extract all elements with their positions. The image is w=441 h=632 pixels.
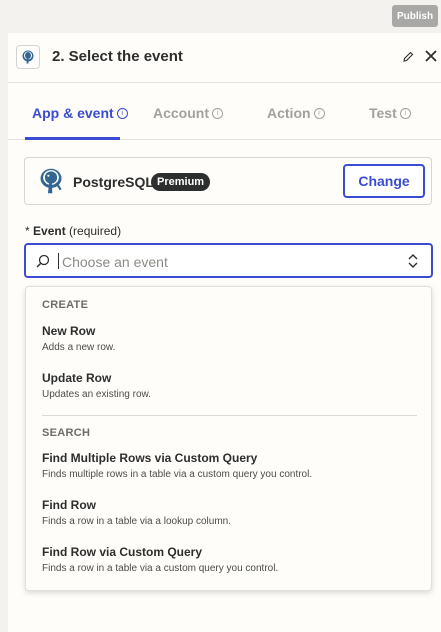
section-heading-create: CREATE xyxy=(42,299,89,311)
tab-action[interactable]: Action i xyxy=(267,105,325,121)
step-editor-panel: 2. Select the event App & event i Accoun… xyxy=(8,33,441,632)
tab-label: Account xyxy=(153,105,209,121)
tab-label: Test xyxy=(369,105,397,121)
event-option-find-multiple-rows[interactable]: Find Multiple Rows via Custom Query Find… xyxy=(26,451,433,495)
event-label-hint: (required) xyxy=(69,224,122,238)
required-asterisk: * xyxy=(25,224,30,238)
option-description: Adds a new row. xyxy=(42,342,116,353)
change-app-button[interactable]: Change xyxy=(343,164,425,198)
event-field-label: * Event (required) xyxy=(25,224,121,238)
option-title: Find Row via Custom Query xyxy=(42,545,203,559)
active-tab-indicator xyxy=(25,137,120,140)
section-heading-search: SEARCH xyxy=(42,427,91,439)
publish-button[interactable]: Publish xyxy=(392,5,438,27)
event-option-find-row-custom-query[interactable]: Find Row via Custom Query Finds a row in… xyxy=(26,545,433,589)
postgresql-elephant-icon xyxy=(40,168,62,194)
text-cursor xyxy=(58,253,59,269)
chevron-up-down-icon[interactable] xyxy=(407,253,419,269)
step-title: 2. Select the event xyxy=(52,48,183,65)
search-icon xyxy=(36,254,50,268)
panel-header: 2. Select the event xyxy=(8,33,441,83)
event-option-find-row[interactable]: Find Row Finds a row in a table via a lo… xyxy=(26,498,433,542)
selected-app-card: PostgreSQL Premium Change xyxy=(24,157,432,205)
option-title: Find Row xyxy=(42,498,96,512)
pencil-icon[interactable] xyxy=(402,51,414,63)
option-title: Find Multiple Rows via Custom Query xyxy=(42,451,258,465)
event-search-input[interactable] xyxy=(60,250,384,274)
section-divider xyxy=(42,415,417,416)
info-icon: i xyxy=(116,107,128,119)
event-dropdown-menu: CREATE New Row Adds a new row. Update Ro… xyxy=(25,286,432,591)
tab-label: App & event xyxy=(32,105,114,121)
option-title: Update Row xyxy=(42,371,112,385)
top-bar: Publish xyxy=(0,0,441,33)
option-description: Finds multiple rows in a table via a cus… xyxy=(42,469,313,480)
event-select[interactable] xyxy=(24,243,433,278)
event-option-new-row[interactable]: New Row Adds a new row. xyxy=(26,324,433,368)
tab-label: Action xyxy=(267,105,311,121)
info-icon: i xyxy=(399,107,411,119)
option-title: New Row xyxy=(42,324,96,338)
event-label-text: Event xyxy=(33,224,66,238)
info-icon: i xyxy=(313,107,325,119)
app-name: PostgreSQL xyxy=(73,174,154,190)
option-description: Updates an existing row. xyxy=(42,389,151,400)
close-icon[interactable] xyxy=(424,49,438,63)
info-icon: i xyxy=(212,107,223,119)
premium-badge: Premium xyxy=(151,173,211,191)
tab-test[interactable]: Test i xyxy=(369,105,411,121)
postgresql-step-icon xyxy=(16,45,40,69)
step-tabs: App & event i Account i Action i Test i xyxy=(8,83,441,140)
tab-account[interactable]: Account i xyxy=(153,105,223,121)
tab-app-and-event[interactable]: App & event i xyxy=(32,105,128,121)
option-description: Finds a row in a table via a lookup colu… xyxy=(42,516,231,527)
event-option-update-row[interactable]: Update Row Updates an existing row. xyxy=(26,371,433,415)
option-description: Finds a row in a table via a custom quer… xyxy=(42,563,279,574)
